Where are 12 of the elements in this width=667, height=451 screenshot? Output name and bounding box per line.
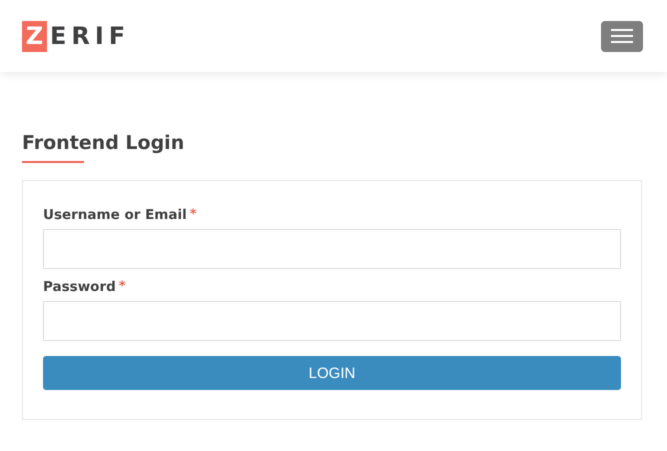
login-button[interactable]: LOGIN [43,356,621,390]
input-field[interactable] [43,229,621,269]
required-mark: * [190,207,197,223]
field-label: Username or Email [43,207,187,223]
field-label: Password [43,279,116,295]
logo[interactable]: Z ERIF [22,20,130,52]
title-underline [22,161,84,163]
input-field[interactable] [43,301,621,341]
menu-button[interactable] [601,20,643,52]
section-title: Frontend Login [22,131,186,156]
menu-icon [611,29,633,43]
required-mark: * [118,279,126,295]
